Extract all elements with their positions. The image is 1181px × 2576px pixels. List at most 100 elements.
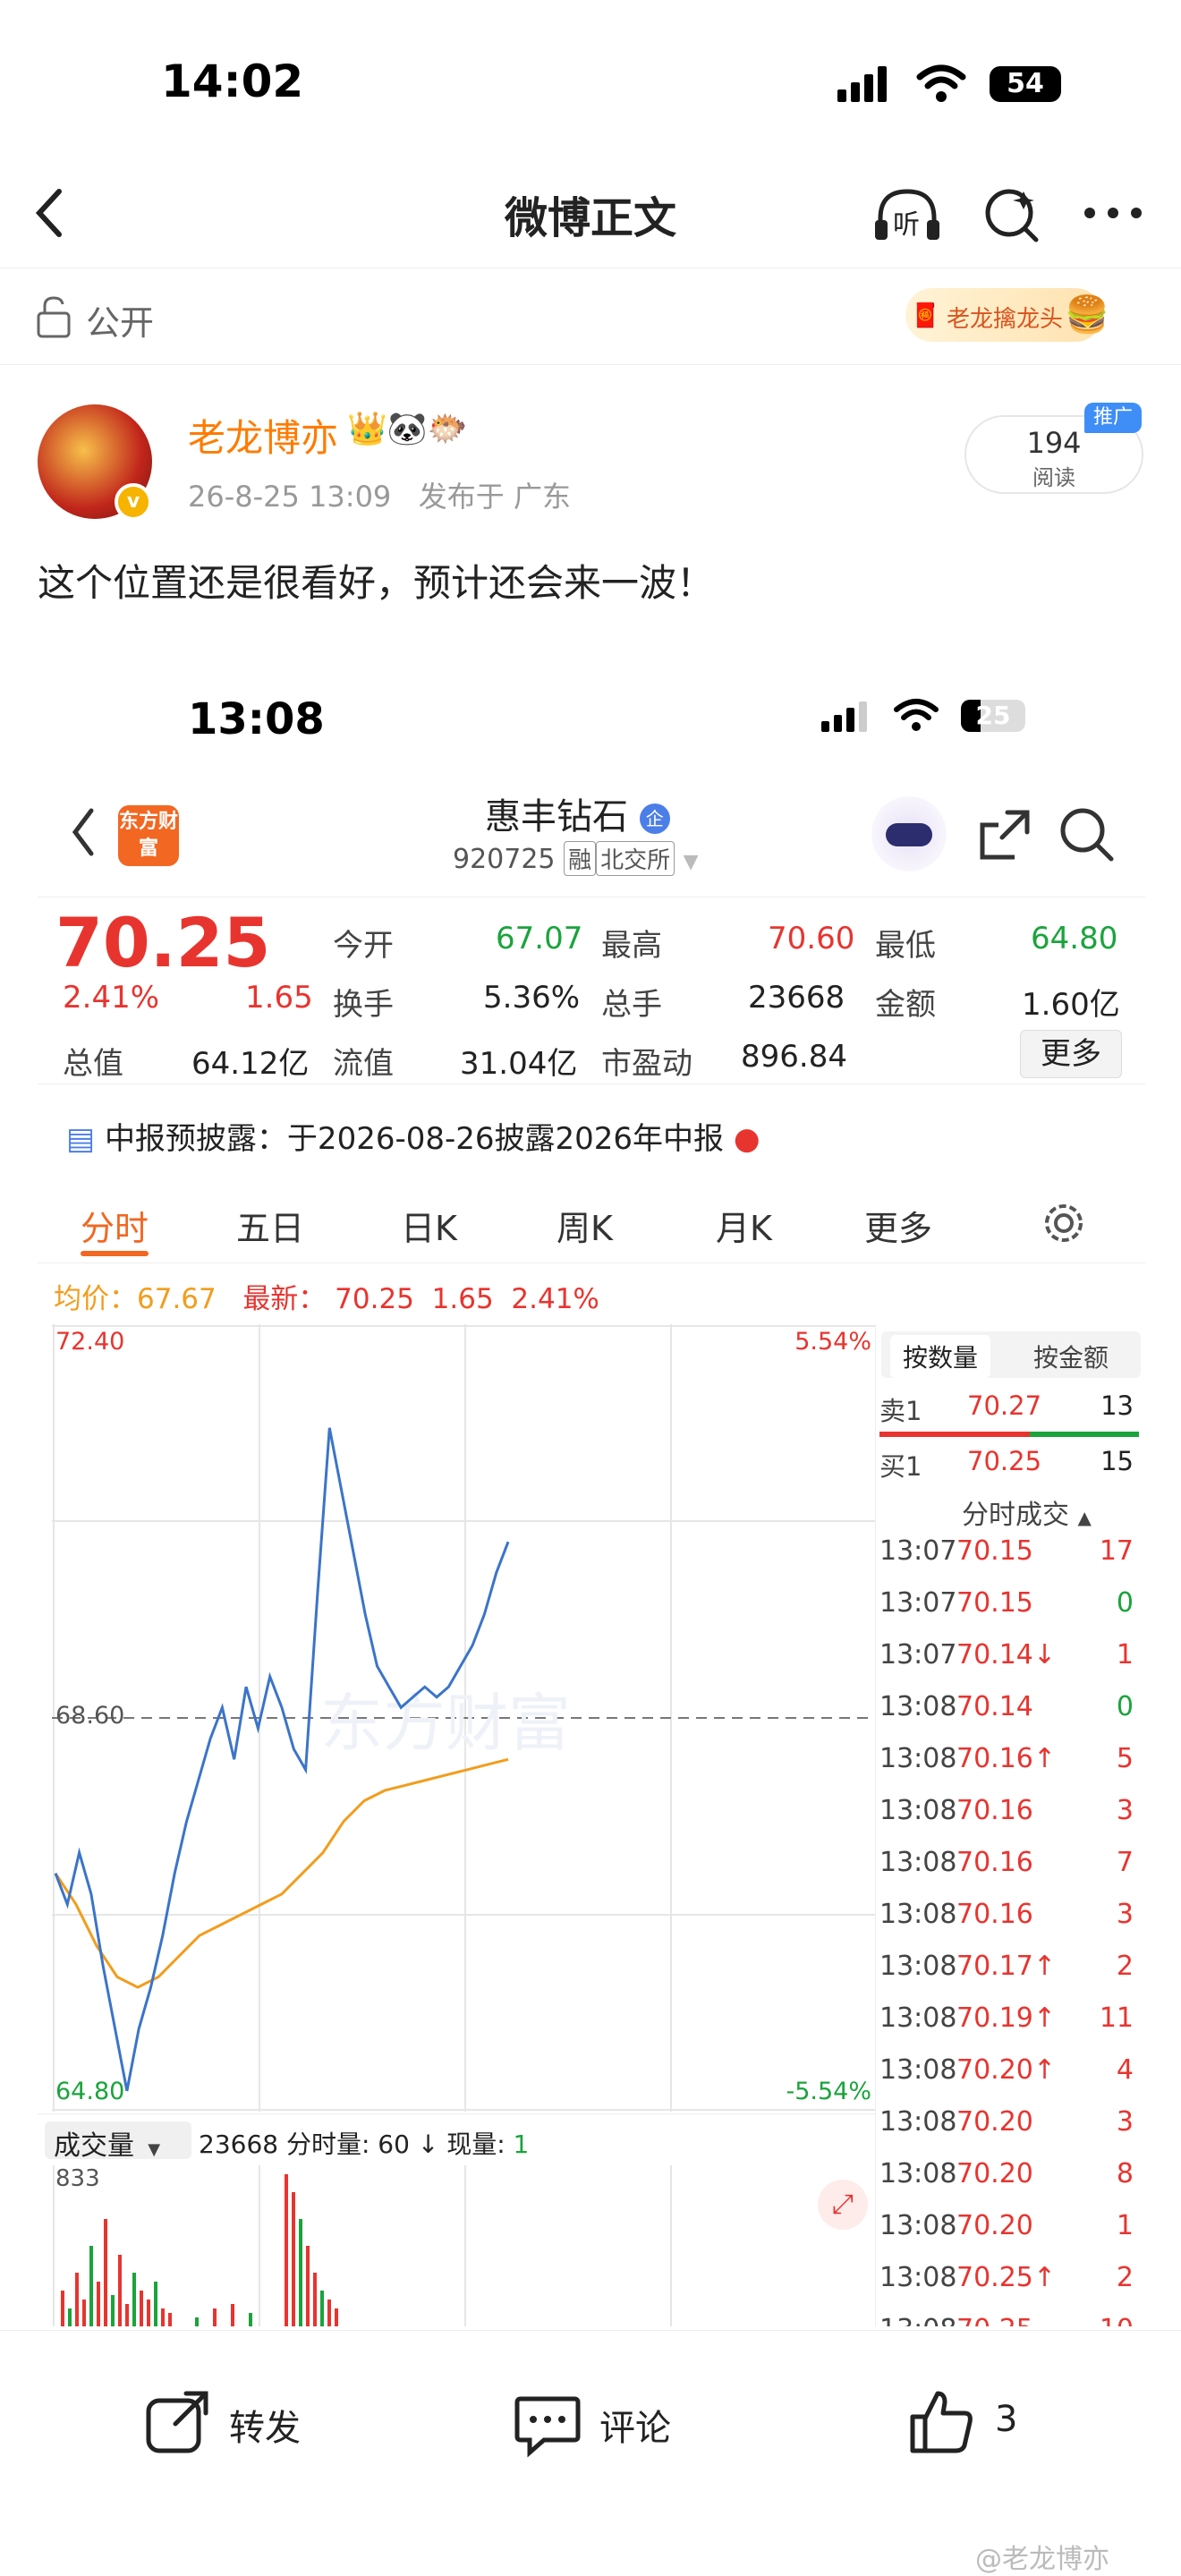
volume-indicator-select[interactable]: 成交量 ▼ (45, 2121, 191, 2162)
tick-row: 13:08 70.16 3 (879, 1795, 1139, 1847)
tick-row: 13:08 70.16 7 (879, 1847, 1139, 1899)
tick-qty: 4 (1116, 2054, 1134, 2086)
search-icon[interactable] (981, 183, 1043, 245)
repost-button[interactable]: 转发 (143, 2385, 412, 2465)
signal-icon (837, 66, 887, 102)
tab-daily-k[interactable]: 日K (401, 1201, 457, 1250)
chart-tabs: 分时 五日 日K 周K 月K 更多 (38, 1174, 1145, 1263)
tick-qty: 17 (1099, 1535, 1134, 1567)
inner-signal-icon (821, 701, 867, 732)
listen-icon[interactable]: 听 (871, 179, 943, 251)
tab-intraday[interactable]: 分时 (81, 1201, 149, 1250)
comment-button[interactable]: 评论 (512, 2385, 780, 2465)
code-dropdown-icon[interactable]: ▼ (684, 851, 699, 873)
volume-bar (195, 2317, 199, 2326)
robot-assistant-icon[interactable] (871, 796, 947, 871)
status-time: 14:02 (161, 55, 304, 107)
ticks-title-text: 分时成交 (962, 1500, 1069, 1531)
tick-price: 70.15 (956, 1587, 1033, 1619)
volume-bar (313, 2273, 317, 2326)
chart-settings-icon[interactable] (1041, 1201, 1086, 1245)
volume-header: 成交量 ▼ 23668 分时量: 60 ↓ 现量: 1 (38, 2113, 875, 2164)
burger-icon: 🍔 (1065, 294, 1109, 336)
volume-bar (335, 2308, 338, 2326)
promote-badge[interactable]: 推广 (1084, 403, 1142, 433)
author-name[interactable]: 老龙博亦 (188, 408, 338, 463)
stock-search-icon[interactable] (1058, 805, 1117, 864)
post-date: 26-8-25 13:09 (188, 480, 392, 514)
tick-row: 13:08 70.16↑ 5 (879, 1743, 1139, 1795)
tick-time: 13:08 (879, 2054, 957, 2086)
axis-top-price: 72.40 (55, 1328, 125, 1356)
intraday-chart-svg: 东方财富 (52, 1324, 875, 2112)
report-notice[interactable]: ▤ 中报预披露：于2026-08-26披露2026年中报 ● (66, 1114, 760, 1158)
tick-time: 13:08 (879, 2210, 957, 2241)
inner-back-icon[interactable] (68, 805, 98, 859)
book-tab-qty[interactable]: 按数量 (890, 1335, 991, 1378)
visibility-label: 公开 (86, 303, 155, 343)
volume-bar (154, 2282, 157, 2326)
tick-time: 13:08 (879, 2314, 956, 2326)
order-book-panel: 按数量 按金额 卖1 70.27 13 买1 70.25 15 分时成交 ▲ 1… (875, 1324, 1145, 2326)
volume-bar (89, 2246, 93, 2326)
share-icon[interactable] (975, 805, 1034, 864)
field-value-high: 70.60 (768, 921, 855, 956)
repost-label: 转发 (229, 2408, 301, 2449)
gift-icon: 🧧 (911, 302, 940, 329)
like-count: 3 (995, 2399, 1018, 2440)
battery-level: 54 (1007, 68, 1044, 99)
volume-bar (75, 2273, 79, 2326)
tick-price: 70.16 (956, 1847, 1033, 1878)
tick-row: 13:08 70.20 1 (879, 2210, 1139, 2262)
volume-bar (285, 2174, 288, 2326)
tick-price: 70.20 (956, 2210, 1033, 2241)
avg-price-line (54, 1757, 509, 1989)
tab-weekly-k[interactable]: 周K (557, 1201, 613, 1250)
price-summary-row: 均价：67.67 最新： 70.25 1.65 2.41% (54, 1276, 599, 1316)
tick-row: 13:08 70.25↑ 2 (879, 2262, 1139, 2314)
ticks-title[interactable]: 分时成交 ▲ (962, 1492, 1092, 1532)
more-fields-button[interactable]: 更多 (1020, 1030, 1122, 1078)
field-label-turnover: 换手 (333, 987, 394, 1023)
notice-doc-icon: ▤ (66, 1121, 96, 1157)
chart-watermark: 东方财富 (320, 1687, 571, 1760)
tick-qty: 10 (1100, 2314, 1134, 2326)
embedded-screenshot[interactable]: 13:08 25 东方财富 惠丰钻石 企 920725 融北交所 ▼ 70.25… (38, 662, 1145, 2326)
volume-bar (292, 2192, 295, 2326)
tick-price: 70.14 (956, 1691, 1033, 1722)
inner-wifi-icon (894, 699, 939, 731)
volume-bar (125, 2304, 129, 2326)
field-value-amount: 1.60亿 (1022, 987, 1120, 1023)
tick-time: 13:08 (879, 1743, 957, 1774)
stock-code-row: 920725 融北交所 ▼ (453, 841, 699, 876)
tick-time: 13:07 (879, 1639, 957, 1671)
tick-row: 13:08 70.20↑ 4 (879, 2054, 1139, 2106)
volume-bar (118, 2255, 122, 2326)
like-button[interactable]: 3 (905, 2385, 1084, 2465)
more-icon[interactable] (1083, 206, 1145, 220)
volume-bar (327, 2300, 331, 2326)
tick-row: 13:08 70.16 3 (879, 1899, 1139, 1951)
volume-chart[interactable]: 833 ⤢ (52, 2165, 875, 2326)
tick-price: 70.19↑ (956, 2002, 1057, 2034)
tab-five-day[interactable]: 五日 (236, 1201, 304, 1250)
tick-qty: 3 (1116, 1899, 1134, 1930)
intraday-chart[interactable]: 东方财富 72.40 68.60 64.80 5.54% -5.54% (52, 1324, 875, 2112)
tick-row: 13:07 70.14↓ 1 (879, 1639, 1139, 1691)
latest-pct: 2.41% (511, 1283, 599, 1315)
notice-dot-icon: ● (733, 1121, 760, 1157)
tick-qty: 3 (1116, 2106, 1134, 2138)
book-tab-amount[interactable]: 按金额 (1033, 1339, 1109, 1374)
tab-monthly-k[interactable]: 月K (716, 1201, 772, 1250)
lock-open-icon (37, 296, 71, 338)
axis-bottom-pct: -5.54% (786, 2078, 871, 2105)
tab-more[interactable]: 更多 (864, 1201, 932, 1250)
tick-time: 13:08 (879, 1795, 957, 1826)
tick-time: 13:08 (879, 1899, 957, 1930)
volume-bar (299, 2219, 302, 2326)
ask-1-row: 卖1 70.27 13 (879, 1383, 1139, 1428)
tick-time: 13:08 (879, 1951, 957, 1982)
tick-price: 70.14↓ (956, 1639, 1057, 1671)
volume-chart-svg (53, 2165, 672, 2326)
expand-icon[interactable]: ⤢ (818, 2180, 868, 2230)
